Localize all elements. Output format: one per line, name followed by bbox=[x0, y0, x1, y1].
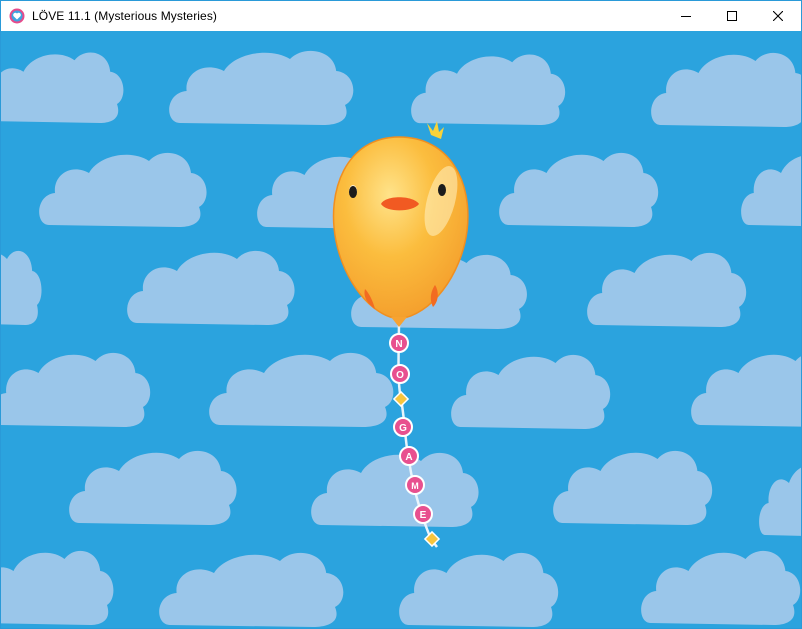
love-heart-icon bbox=[9, 8, 25, 24]
game-canvas[interactable]: N O G A M E bbox=[1, 31, 801, 628]
minimize-button[interactable] bbox=[663, 1, 709, 31]
cloud bbox=[741, 152, 801, 227]
window-title: LÖVE 11.1 (Mysterious Mysteries) bbox=[32, 9, 218, 23]
maximize-icon bbox=[727, 11, 737, 21]
diamond-bead bbox=[423, 530, 441, 548]
cloud bbox=[69, 450, 237, 525]
letter-tag-text: O bbox=[396, 370, 404, 381]
cloud bbox=[1, 550, 114, 625]
duck-crest bbox=[427, 121, 444, 139]
cloud bbox=[411, 54, 566, 125]
letter-tag: O bbox=[390, 364, 410, 384]
letter-tag-text: N bbox=[395, 339, 402, 350]
window-controls bbox=[663, 1, 801, 31]
letter-tag-text: A bbox=[405, 452, 412, 463]
letter-tag-text: G bbox=[399, 423, 407, 434]
letter-tag: G bbox=[393, 417, 413, 437]
no-game-scene: N O G A M E bbox=[1, 50, 801, 627]
letter-tag: E bbox=[413, 504, 433, 524]
minimize-icon bbox=[681, 11, 691, 21]
letter-tag-text: M bbox=[411, 481, 419, 491]
cloud bbox=[691, 352, 801, 427]
cloud bbox=[209, 352, 394, 427]
letter-tag: M bbox=[405, 475, 425, 495]
cloud bbox=[1, 250, 42, 325]
close-icon bbox=[773, 11, 783, 21]
cloud bbox=[39, 152, 207, 227]
letter-tag: N bbox=[389, 333, 409, 353]
diamond-bead bbox=[392, 390, 410, 408]
cloud bbox=[587, 252, 747, 327]
cloud bbox=[451, 354, 611, 429]
cloud bbox=[1, 352, 151, 427]
close-button[interactable] bbox=[755, 1, 801, 31]
love-window: LÖVE 11.1 (Mysterious Mysteries) N O G A… bbox=[0, 0, 802, 629]
cloud bbox=[641, 550, 801, 625]
letter-tag-text: E bbox=[420, 510, 427, 521]
cloud bbox=[169, 50, 354, 126]
cloud bbox=[651, 52, 801, 128]
duck-eye bbox=[438, 184, 446, 196]
cloud bbox=[499, 152, 659, 227]
cloud bbox=[399, 552, 559, 627]
cloud bbox=[1, 52, 124, 123]
cloud bbox=[311, 452, 479, 527]
cloud bbox=[159, 552, 344, 627]
cloud bbox=[127, 250, 295, 325]
duck-eye bbox=[349, 186, 357, 198]
letter-tag: A bbox=[399, 446, 419, 466]
cloud bbox=[759, 462, 801, 537]
maximize-button[interactable] bbox=[709, 1, 755, 31]
title-bar[interactable]: LÖVE 11.1 (Mysterious Mysteries) bbox=[1, 1, 801, 31]
cloud bbox=[553, 450, 713, 525]
